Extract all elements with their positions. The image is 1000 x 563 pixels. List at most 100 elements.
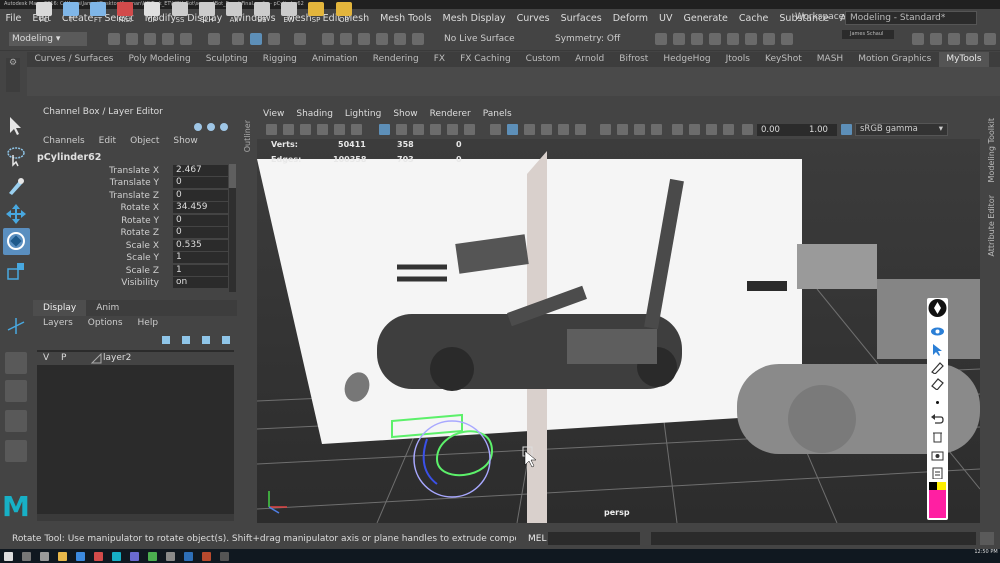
attr-row-scale-z[interactable]: Scale Z 1 xyxy=(33,265,229,277)
attr-value[interactable]: 0 xyxy=(173,177,228,188)
tab-custom[interactable]: Custom xyxy=(518,52,567,67)
render-view-icon[interactable] xyxy=(673,33,685,45)
shelf-button-ss[interactable]: SS xyxy=(170,2,190,29)
dot-icon[interactable] xyxy=(930,396,945,409)
cb-menu-object[interactable]: Object xyxy=(120,136,163,150)
viewport-scene[interactable] xyxy=(257,139,980,523)
smooth-shade-icon[interactable] xyxy=(507,124,518,135)
taskbar-clock[interactable]: 12:50 PM xyxy=(972,549,1000,563)
select-component-icon[interactable] xyxy=(250,33,262,45)
select-by-type-icon[interactable] xyxy=(268,33,280,45)
app-icon-5[interactable] xyxy=(184,552,193,561)
attr-row-scale-y[interactable]: Scale Y 1 xyxy=(33,252,229,264)
safe-action-icon[interactable] xyxy=(464,124,475,135)
layer-playback-toggle[interactable]: P xyxy=(61,353,66,363)
tab-animation[interactable]: Animation xyxy=(304,52,365,67)
exposure-icon[interactable] xyxy=(742,124,753,135)
layer-visibility-toggle[interactable]: V xyxy=(43,353,49,363)
two-pane-layout-icon[interactable] xyxy=(5,410,27,432)
tool-settings-icon[interactable] xyxy=(948,33,960,45)
tab-anim-layers[interactable]: Anim xyxy=(86,300,129,316)
tab-rendering[interactable]: Rendering xyxy=(365,52,426,67)
exposure-field[interactable]: 0.00 xyxy=(757,124,805,136)
channel-box-scroll-thumb[interactable] xyxy=(229,164,236,188)
history-icon[interactable] xyxy=(412,33,424,45)
universal-manipulator-icon[interactable] xyxy=(5,315,27,337)
menu-generate[interactable]: Generate xyxy=(678,13,733,24)
cb-menu-edit[interactable]: Edit xyxy=(89,136,120,150)
vp-menu-panels[interactable]: Panels xyxy=(477,107,518,121)
grid-icon[interactable] xyxy=(379,124,390,135)
vp-menu-renderer[interactable]: Renderer xyxy=(424,107,477,121)
shelf-button-cp[interactable]: CP xyxy=(142,2,162,29)
vp-menu-show[interactable]: Show xyxy=(387,107,423,121)
workspace-select[interactable]: Modeling - Standard* xyxy=(845,11,977,25)
menu-cache[interactable]: Cache xyxy=(733,13,774,24)
shelf-button-os[interactable]: OS xyxy=(334,2,354,29)
tab-poly-modeling[interactable]: Poly Modeling xyxy=(121,52,198,67)
arnold-render-icon[interactable] xyxy=(745,33,757,45)
eraser-icon[interactable] xyxy=(930,377,945,390)
select-object-icon[interactable] xyxy=(232,33,244,45)
xray-icon[interactable] xyxy=(689,124,700,135)
attr-row-rotate-x[interactable]: Rotate X 34.459 xyxy=(33,202,229,214)
grease-pencil-icon[interactable] xyxy=(351,124,362,135)
pause-icon[interactable] xyxy=(781,33,793,45)
redo-icon[interactable] xyxy=(180,33,192,45)
attr-value[interactable]: 34.459 xyxy=(173,202,228,213)
magnet-icon[interactable] xyxy=(394,33,406,45)
start-icon[interactable] xyxy=(4,552,13,561)
tab-fx-caching[interactable]: FX Caching xyxy=(453,52,519,67)
tab-jtools[interactable]: Jtools xyxy=(718,52,757,67)
attr-value[interactable]: 0 xyxy=(173,190,228,201)
anti-aliasing-icon[interactable] xyxy=(634,124,645,135)
color-management-icon[interactable] xyxy=(841,124,852,135)
shelf-button-hist[interactable]: Hist xyxy=(115,2,135,29)
tab-sculpting[interactable]: Sculpting xyxy=(198,52,255,67)
cb-menu-show[interactable]: Show xyxy=(163,136,201,150)
depth-of-field-icon[interactable] xyxy=(651,124,662,135)
attr-row-rotate-y[interactable]: Rotate Y 0 xyxy=(33,215,229,227)
tab-keyshot[interactable]: KeyShot xyxy=(758,52,810,67)
modeling-toolkit-tab[interactable]: Modeling Toolkit xyxy=(987,118,996,182)
menu-surfaces[interactable]: Surfaces xyxy=(555,13,607,24)
layer-editor-icons[interactable] xyxy=(160,334,236,346)
layer-color-swatch-icon[interactable] xyxy=(91,353,102,364)
shelf-button-ew[interactable]: EW xyxy=(279,2,299,29)
layer-row[interactable]: V P layer2 xyxy=(37,352,234,365)
undo-arrow-icon[interactable] xyxy=(930,412,945,425)
gamma-field[interactable]: 1.00 xyxy=(805,124,837,136)
attribute-editor-tab[interactable]: Attribute Editor xyxy=(987,195,996,257)
attr-value[interactable]: 1 xyxy=(173,252,228,263)
resolution-gate-icon[interactable] xyxy=(413,124,424,135)
search-icon[interactable] xyxy=(22,552,31,561)
layer-name[interactable]: layer2 xyxy=(103,353,131,363)
lights-icon[interactable] xyxy=(558,124,569,135)
bookmark-icon[interactable] xyxy=(300,124,311,135)
snap-point-icon[interactable] xyxy=(340,33,352,45)
app-icon-6[interactable] xyxy=(202,552,211,561)
attr-row-scale-x[interactable]: Scale X 0.535 xyxy=(33,240,229,252)
shelf-gear-icon[interactable]: ⚙ xyxy=(6,58,20,92)
shelf-button-t[interactable]: T xyxy=(61,2,81,29)
render-settings-icon[interactable] xyxy=(709,33,721,45)
attribute-editor-icon[interactable] xyxy=(930,33,942,45)
wireframe-on-shaded-icon[interactable] xyxy=(524,124,535,135)
render-icon[interactable] xyxy=(655,33,667,45)
outliner-tab[interactable]: Outliner xyxy=(243,120,252,152)
le-menu-help[interactable]: Help xyxy=(128,318,164,332)
app-icon-3[interactable] xyxy=(148,552,157,561)
app-icon-4[interactable] xyxy=(166,552,175,561)
live-surface-label[interactable]: No Live Surface xyxy=(444,34,515,44)
channel-box-icon[interactable] xyxy=(966,33,978,45)
attr-row-translate-y[interactable]: Translate Y 0 xyxy=(33,177,229,189)
image-plane-icon[interactable] xyxy=(317,124,328,135)
field-chart-icon[interactable] xyxy=(447,124,458,135)
isolate-select-icon[interactable] xyxy=(672,124,683,135)
eye-icon[interactable] xyxy=(930,325,945,338)
gate-mask-icon[interactable] xyxy=(430,124,441,135)
menu-curves[interactable]: Curves xyxy=(511,13,555,24)
channel-box-header-icons[interactable] xyxy=(192,121,236,133)
camera-select-icon[interactable] xyxy=(266,124,277,135)
pointer-icon[interactable] xyxy=(930,343,945,356)
